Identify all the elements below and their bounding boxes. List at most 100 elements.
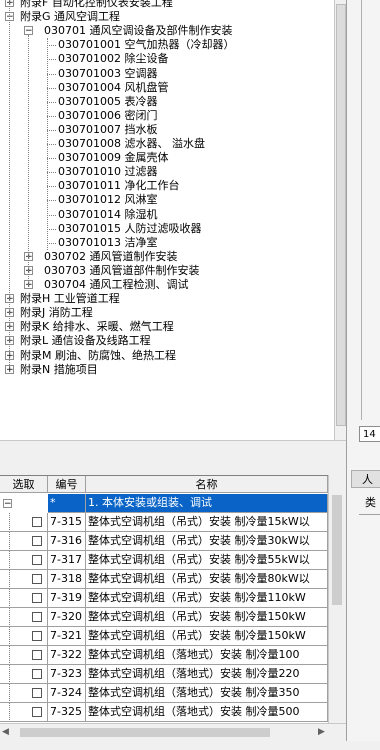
row-checkbox[interactable] [32,650,42,660]
row-code: 7-317 [48,551,86,570]
row-code: 7-325 [48,703,86,722]
panel-divider [361,0,362,420]
tree-connector [47,59,56,61]
row-checkbox[interactable] [32,517,42,527]
tree-item-9[interactable]: 030701007 挡水板 [0,123,334,137]
tree-item-label: 030702 通风管道制作安装 [44,249,178,263]
grid-vscroll-thumb[interactable] [332,495,342,605]
row-guide-line [9,589,10,607]
tree-item-17[interactable]: 030701013 洁净室 [0,236,334,250]
row-name: 整体式空调机组（落地式）安装 制冷量220 [86,665,328,684]
code-tree[interactable]: + 附录F 自动化控制仪表安装工程 − 附录G 通风空调工程 − 030701 通风空调设… [0,0,335,440]
group-row[interactable]: − * 1. 本体安装或组装、调试 [0,494,328,513]
table-row[interactable]: 7-315 整体式空调机组（吊式）安装 制冷量15kW以 [0,513,328,532]
right-panel: 14 人 类 [346,0,380,750]
tree-item-label: 030701001 空气加热器（冷却器） [58,38,235,52]
table-row[interactable]: 7-321 整体式空调机组（吊式）安装 制冷量150kW [0,627,328,646]
table-row[interactable]: 7-323 整体式空调机组（落地式）安装 制冷量220 [0,665,328,684]
tree-item-label: 附录J 消防工程 [20,306,93,320]
tree-item-1[interactable]: − 附录G 通风空调工程 [0,10,334,24]
tree-item-21[interactable]: + 附录H 工业管道工程 [0,292,334,306]
tree-item-6[interactable]: 030701004 风机盘管 [0,81,334,95]
row-checkbox[interactable] [32,669,42,679]
tree-item-24[interactable]: + 附录L 通信设备及线路工程 [0,334,334,348]
scroll-left-icon[interactable]: ◀ [2,727,12,737]
tree-item-label: 030701 通风空调设备及部件制作安装 [44,24,233,38]
table-row[interactable]: 7-318 整体式空调机组（吊式）安装 制冷量80kW以 [0,570,328,589]
row-checkbox[interactable] [32,593,42,603]
group-name: 1. 本体安装或组装、调试 [86,494,328,513]
right-tab-button[interactable]: 人 [351,470,380,488]
pane-separator[interactable] [0,440,346,475]
tree-connector [47,242,56,244]
row-name: 整体式空调机组（落地式）安装 制冷量350 [86,684,328,703]
table-row[interactable]: 7-320 整体式空调机组（吊式）安装 制冷量150kW [0,608,328,627]
table-row[interactable]: 7-324 整体式空调机组（落地式）安装 制冷量350 [0,684,328,703]
grid-vscrollbar[interactable] [328,475,346,723]
row-checkbox[interactable] [32,555,42,565]
tree-item-25[interactable]: + 附录M 刷油、防腐蚀、绝热工程 [0,349,334,363]
tree-item-14[interactable]: 030701012 风淋室 [0,193,334,207]
row-name: 整体式空调机组（吊式）安装 制冷量150kW [86,608,328,627]
table-row[interactable]: 7-322 整体式空调机组（落地式）安装 制冷量100 [0,646,328,665]
grid-body: − * 1. 本体安装或组装、调试 7-315 整体式空调机组（吊式）安装 制冷量15k… [0,494,328,724]
row-select-cell [0,665,48,684]
tree-item-0[interactable]: + 附录F 自动化控制仪表安装工程 [0,0,334,10]
tree-item-16[interactable]: 030701015 人防过滤吸收器 [0,222,334,236]
tree-item-18[interactable]: +030702 通风管道制作安装 [0,250,334,264]
tree-scrollbar[interactable] [334,0,346,440]
tree-item-13[interactable]: 030701011 净化工作台 [0,179,334,193]
tree-connector [47,228,56,230]
collapse-icon[interactable]: − [24,26,33,36]
row-checkbox[interactable] [32,688,42,698]
tree-child-guide-line [28,35,29,289]
tree-item-10[interactable]: 030701008 滤水器、 溢水盘 [0,137,334,151]
grid-hscrollbar[interactable]: ◀ ▶ [0,723,346,741]
tree-item-20[interactable]: +030704 通风工程检测、调试 [0,278,334,292]
tree-item-label: 030701003 空调器 [58,66,158,80]
row-checkbox[interactable] [32,631,42,641]
row-guide-line [9,627,10,645]
tree-item-12[interactable]: 030701010 过滤器 [0,165,334,179]
row-name: 整体式空调机组（落地式）安装 制冷量500 [86,703,328,722]
scroll-right-icon[interactable]: ▶ [318,727,328,737]
tree-scroll-thumb[interactable] [336,4,346,426]
row-select-cell [0,684,48,703]
row-checkbox[interactable] [32,574,42,584]
tree-connector [47,87,56,89]
tree-item-22[interactable]: + 附录J 消防工程 [0,306,334,320]
tree-item-label: 附录G 通风空调工程 [20,10,121,24]
header-name[interactable]: 名称 [86,476,328,493]
tree-item-8[interactable]: 030701006 密闭门 [0,109,334,123]
tree-item-5[interactable]: 030701003 空调器 [0,67,334,81]
row-guide-line [9,646,10,664]
row-checkbox[interactable] [32,612,42,622]
table-row[interactable]: 7-316 整体式空调机组（吊式）安装 制冷量30kW以 [0,532,328,551]
grid-hscroll-thumb[interactable] [20,728,270,737]
tree-item-11[interactable]: 030701009 金属壳体 [0,151,334,165]
tree-item-19[interactable]: +030703 通风管道部件制作安装 [0,264,334,278]
row-checkbox[interactable] [32,536,42,546]
table-row[interactable]: 7-319 整体式空调机组（吊式）安装 制冷量110kW [0,589,328,608]
tree-connector [47,144,56,145]
tree-item-3[interactable]: 030701001 空气加热器（冷却器） [0,38,334,52]
right-column-header: 类 [365,496,376,509]
tree-item-label: 030701005 表冷器 [58,94,158,108]
tree-item-26[interactable]: + 附录N 措施项目 [0,363,334,377]
tree-connector [47,200,56,202]
tree-item-15[interactable]: 030701014 除湿机 [0,208,334,222]
collapse-icon[interactable]: − [3,499,12,509]
header-code[interactable]: 编号 [48,476,86,493]
table-row[interactable]: 7-325 整体式空调机组（落地式）安装 制冷量500 [0,703,328,722]
tree-item-2[interactable]: − 030701 通风空调设备及部件制作安装 [0,24,334,38]
right-field[interactable]: 14 [359,426,380,442]
quota-grid[interactable]: 选取 编号 名称 − * 1. 本体安装或组装、调试 7-315 整体式空调机组（吊式）… [0,475,328,724]
header-select[interactable]: 选取 [0,476,48,493]
tree-item-23[interactable]: + 附录K 给排水、采暖、燃气工程 [0,320,334,334]
row-checkbox[interactable] [32,707,42,717]
tree-item-4[interactable]: 030701002 除尘设备 [0,52,334,66]
tree-item-7[interactable]: 030701005 表冷器 [0,95,334,109]
tree-item-label: 附录H 工业管道工程 [20,292,120,306]
tree-connector [47,186,56,188]
table-row[interactable]: 7-317 整体式空调机组（吊式）安装 制冷量55kW以 [0,551,328,570]
